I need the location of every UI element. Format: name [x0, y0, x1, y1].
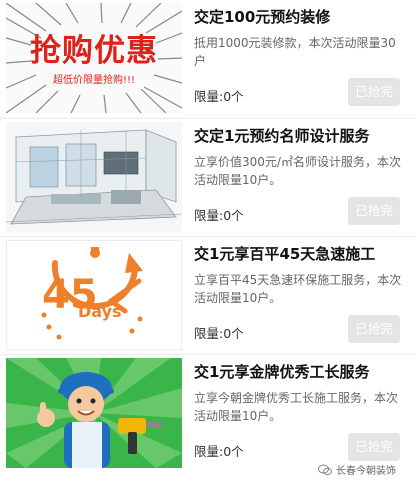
promo-headline: 抢购优惠 — [30, 33, 158, 69]
card-info: 交1元享百平45天急速施工 立享百平45天急速环保施工服务，本次活动限量10户。… — [194, 237, 408, 355]
foreman-cartoon-icon — [6, 358, 182, 468]
stock-limit: 限量:0个 — [194, 444, 244, 459]
promo-thumbnail[interactable]: 抢购优惠 超低价限量抢购!!! — [6, 3, 182, 113]
days-word: Days — [78, 302, 122, 321]
sold-out-button[interactable]: 已抢完 — [348, 78, 400, 106]
days-image: 45 Days — [6, 240, 182, 350]
card-info: 交定1元预约名师设计服务 立享价值300元/㎡名师设计服务，本次活动限量10户。… — [194, 119, 408, 237]
card-title[interactable]: 交1元享金牌优秀工长服务 — [194, 361, 369, 382]
card-description: 立享价值300元/㎡名师设计服务，本次活动限量10户。 — [194, 155, 401, 187]
stock-limit: 限量:0个 — [194, 89, 244, 104]
card-description: 立享百平45天急速环保施工服务，本次活动限量10户。 — [194, 273, 402, 305]
card-title[interactable]: 交1元享百平45天急速施工 — [194, 243, 375, 264]
stock-limit: 限量:0个 — [194, 326, 244, 341]
card-description: 立享今朝金牌优秀工长施工服务，本次活动限量10户。 — [194, 391, 399, 423]
card-description: 抵用1000元装修款，本次活动限量30户 — [194, 36, 396, 68]
card-title[interactable]: 交定1元预约名师设计服务 — [194, 125, 369, 146]
sold-out-button[interactable]: 已抢完 — [348, 315, 400, 343]
promo-image: 抢购优惠 超低价限量抢购!!! — [6, 3, 182, 113]
interior-sketch-icon — [6, 122, 182, 232]
product-card[interactable]: 交1元享金牌优秀工长服务 立享今朝金牌优秀工长施工服务，本次活动限量10户。 限… — [0, 355, 416, 473]
product-card[interactable]: 交定1元预约名师设计服务 立享价值300元/㎡名师设计服务，本次活动限量10户。… — [0, 119, 416, 237]
foreman-thumbnail[interactable] — [6, 358, 182, 468]
promo-subtitle: 超低价限量抢购!!! — [52, 75, 136, 86]
days-thumbnail[interactable]: 45 Days — [6, 240, 182, 350]
product-card[interactable]: 抢购优惠 超低价限量抢购!!! 交定100元预约装修 抵用1000元装修款，本次… — [0, 0, 416, 118]
watermark-text: 长春今朝装饰 — [336, 466, 396, 477]
card-info: 交1元享金牌优秀工长服务 立享今朝金牌优秀工长施工服务，本次活动限量10户。 限… — [194, 355, 408, 473]
card-title[interactable]: 交定100元预约装修 — [194, 6, 330, 27]
product-card[interactable]: 45 Days 交1元享百平45天急速施工 立享百平45天急速环保施工服务，本次… — [0, 237, 416, 355]
stock-limit: 限量:0个 — [194, 208, 244, 223]
sold-out-button[interactable]: 已抢完 — [348, 433, 400, 461]
card-info: 交定100元预约装修 抵用1000元装修款，本次活动限量30户 限量:0个 已抢… — [194, 0, 408, 118]
design-thumbnail[interactable] — [6, 122, 182, 232]
sold-out-button[interactable]: 已抢完 — [348, 197, 400, 225]
wechat-icon — [318, 464, 332, 476]
watermark: 长春今朝装饰 — [318, 462, 396, 477]
